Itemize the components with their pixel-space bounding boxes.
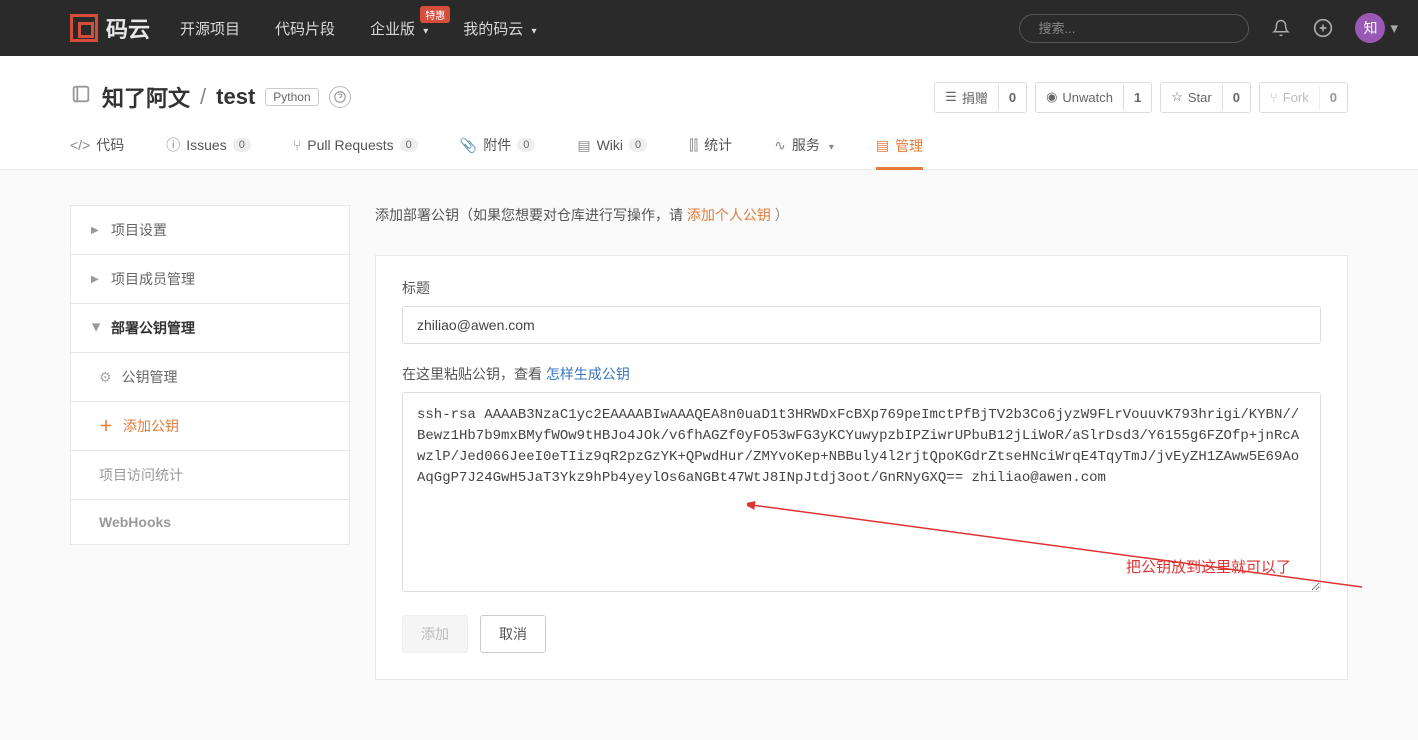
- book-icon: ▤: [577, 137, 590, 154]
- sidebar-item-add-key[interactable]: ＋添加公钥: [70, 401, 350, 450]
- content-pane: 添加部署公钥（如果您想要对仓库进行写操作，请 添加个人公钥 ） 标题 在这里粘贴…: [375, 205, 1348, 680]
- bell-icon[interactable]: [1271, 18, 1291, 38]
- search-input[interactable]: [1019, 14, 1249, 43]
- plus-icon: ＋: [99, 416, 113, 436]
- slash: /: [200, 84, 206, 110]
- gear-icon: ⚙: [99, 369, 112, 386]
- wiki-count: 0: [629, 138, 647, 152]
- repo-header: 知了阿文 / test Python ☰捐赠 0 ◉Unwatch 1 ☆Sta…: [0, 56, 1418, 113]
- attach-count: 0: [517, 138, 535, 152]
- promo-badge: 特惠: [420, 6, 450, 23]
- tab-pull-requests[interactable]: ⑂Pull Requests0: [293, 127, 418, 167]
- repo-actions: ☰捐赠 0 ◉Unwatch 1 ☆Star 0 ⑂Fork 0: [934, 82, 1348, 113]
- tab-manage[interactable]: ▤管理: [876, 126, 923, 170]
- nav-open-source[interactable]: 开源项目: [180, 18, 240, 39]
- lang-tag: Python: [265, 88, 318, 106]
- tab-services[interactable]: ∿服务: [774, 125, 834, 169]
- chevron-down-icon: ▶: [91, 323, 102, 333]
- repo-title: 知了阿文 / test Python: [70, 81, 351, 113]
- repo-owner[interactable]: 知了阿文: [102, 81, 190, 113]
- brand-text: 码云: [106, 12, 150, 44]
- chart-icon: ⫿⫿: [689, 137, 698, 154]
- donate-button[interactable]: ☰捐赠 0: [934, 82, 1027, 113]
- sidebar-item-members[interactable]: ▶项目成员管理: [70, 254, 350, 303]
- issue-icon: ⓘ: [166, 135, 180, 155]
- tab-attachments[interactable]: 📎附件0: [460, 125, 536, 169]
- repo-icon: [70, 83, 92, 111]
- sidebar-item-access-stats[interactable]: 项目访问统计: [70, 450, 350, 499]
- sidebar-item-project-settings[interactable]: ▶项目设置: [70, 205, 350, 254]
- eye-icon: ◉: [1046, 89, 1057, 105]
- tab-stats[interactable]: ⫿⫿统计: [689, 125, 732, 169]
- chevron-right-icon: ▶: [91, 274, 101, 285]
- sidebar-item-webhooks[interactable]: WebHooks: [70, 499, 350, 545]
- user-menu[interactable]: 知 ▾: [1355, 13, 1398, 43]
- qi-badge-icon[interactable]: [329, 86, 351, 108]
- unwatch-button[interactable]: ◉Unwatch 1: [1035, 82, 1152, 113]
- fork-count: 0: [1319, 85, 1347, 110]
- pulse-icon: ∿: [774, 137, 786, 154]
- add-key-form: 标题 在这里粘贴公钥，查看 怎样生成公钥 把公钥放到这里就可以了 添加 取消: [375, 255, 1348, 680]
- nav-right: 知 ▾: [1019, 13, 1398, 43]
- add-button[interactable]: 添加: [402, 615, 468, 653]
- sidebar-item-key-manage[interactable]: ⚙公钥管理: [70, 352, 350, 401]
- gift-icon: ☰: [945, 89, 957, 105]
- brand-logo[interactable]: 码云: [70, 12, 150, 44]
- paperclip-icon: 📎: [460, 137, 477, 154]
- logo-icon: [70, 14, 98, 42]
- avatar: 知: [1355, 13, 1385, 43]
- unwatch-count: 1: [1123, 85, 1151, 110]
- intro-text: 添加部署公钥（如果您想要对仓库进行写操作，请 添加个人公钥 ）: [375, 205, 1348, 225]
- fork-button[interactable]: ⑂Fork 0: [1259, 82, 1348, 113]
- repo-name[interactable]: test: [216, 84, 255, 110]
- caret-down-icon: [826, 137, 834, 153]
- tab-issues[interactable]: ⓘIssues0: [166, 125, 251, 169]
- star-count: 0: [1222, 85, 1250, 110]
- how-to-generate-link[interactable]: 怎样生成公钥: [546, 366, 630, 382]
- code-icon: </>: [70, 137, 90, 153]
- nav-enterprise-label: 企业版: [370, 21, 415, 38]
- tab-wiki[interactable]: ▤Wiki0: [577, 127, 647, 168]
- form-buttons: 添加 取消: [402, 615, 1321, 653]
- plus-circle-icon[interactable]: [1313, 18, 1333, 38]
- nav-menu: 开源项目 代码片段 企业版 特惠 我的码云: [180, 18, 1019, 39]
- sidebar-item-deploy-keys[interactable]: ▶部署公钥管理: [70, 303, 350, 352]
- settings-sidebar: ▶项目设置 ▶项目成员管理 ▶部署公钥管理 ⚙公钥管理 ＋添加公钥 项目访问统计…: [70, 205, 350, 680]
- add-personal-key-link[interactable]: 添加个人公钥: [687, 207, 771, 223]
- caret-down-icon: [527, 21, 536, 38]
- title-label: 标题: [402, 278, 1321, 298]
- main-content: ▶项目设置 ▶项目成员管理 ▶部署公钥管理 ⚙公钥管理 ＋添加公钥 项目访问统计…: [0, 170, 1418, 740]
- public-key-textarea[interactable]: [402, 392, 1321, 592]
- nav-snippets[interactable]: 代码片段: [275, 18, 335, 39]
- nav-enterprise[interactable]: 企业版 特惠: [370, 18, 428, 39]
- star-button[interactable]: ☆Star 0: [1160, 82, 1251, 113]
- fork-icon: ⑂: [1270, 90, 1278, 105]
- star-icon: ☆: [1171, 89, 1183, 105]
- chevron-right-icon: ▶: [91, 225, 101, 236]
- caret-down-icon: ▾: [1390, 19, 1398, 37]
- caret-down-icon: [419, 21, 428, 38]
- key-label: 在这里粘贴公钥，查看 怎样生成公钥: [402, 364, 1321, 384]
- nav-my[interactable]: 我的码云: [463, 18, 536, 39]
- pr-icon: ⑂: [293, 137, 301, 153]
- nav-my-label: 我的码云: [463, 21, 523, 38]
- title-input[interactable]: [402, 306, 1321, 344]
- cancel-button[interactable]: 取消: [480, 615, 546, 653]
- pr-count: 0: [400, 138, 418, 152]
- issues-count: 0: [233, 138, 251, 152]
- top-navbar: 码云 开源项目 代码片段 企业版 特惠 我的码云 知 ▾: [0, 0, 1418, 56]
- repo-tabs: </>代码 ⓘIssues0 ⑂Pull Requests0 📎附件0 ▤Wik…: [0, 113, 1418, 170]
- donate-count: 0: [998, 85, 1026, 110]
- settings-icon: ▤: [876, 137, 889, 154]
- tab-code[interactable]: </>代码: [70, 125, 124, 169]
